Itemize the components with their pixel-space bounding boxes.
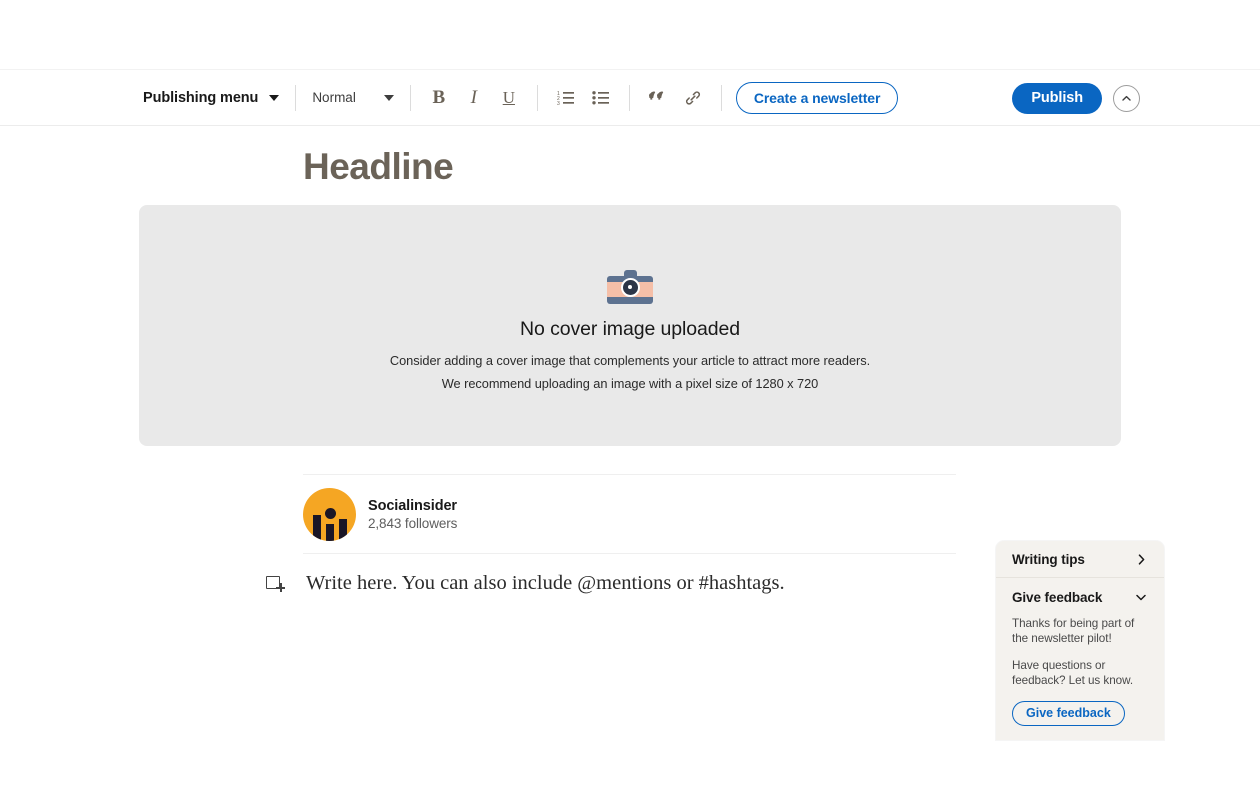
bulleted-list-icon bbox=[592, 90, 610, 105]
quote-button[interactable] bbox=[644, 84, 672, 112]
editor-toolbar: Publishing menu Normal B I U 1 2 3 Creat… bbox=[0, 70, 1260, 126]
text-format-group: B I U bbox=[425, 84, 523, 112]
ordered-list-icon: 1 2 3 bbox=[557, 90, 575, 105]
toolbar-separator bbox=[409, 84, 411, 111]
bold-button[interactable]: B bbox=[425, 84, 453, 112]
quote-icon bbox=[649, 90, 666, 105]
chevron-right-icon bbox=[1135, 553, 1148, 566]
author-name: Socialinsider bbox=[368, 498, 457, 514]
create-newsletter-button[interactable]: Create a newsletter bbox=[735, 81, 899, 114]
feedback-paragraph-2: Have questions or feedback? Let us know. bbox=[1012, 658, 1134, 688]
author-divider-bottom bbox=[303, 553, 956, 554]
article-editor-page: Publishing menu Normal B I U 1 2 3 Creat… bbox=[0, 0, 1260, 800]
link-button[interactable] bbox=[679, 84, 707, 112]
give-feedback-title: Give feedback bbox=[1012, 589, 1103, 605]
insert-content-icon[interactable] bbox=[266, 574, 285, 593]
underline-button[interactable]: U bbox=[495, 84, 523, 112]
headline-input[interactable]: Headline bbox=[303, 146, 454, 188]
writing-tips-header[interactable]: Writing tips bbox=[996, 541, 1164, 578]
feedback-paragraph-1: Thanks for being part of the newsletter … bbox=[1012, 617, 1135, 646]
give-feedback-button[interactable]: Give feedback bbox=[1012, 700, 1125, 726]
chevron-down-icon bbox=[269, 94, 280, 101]
text-style-label: Normal bbox=[312, 90, 356, 105]
article-body-row: Write here. You can also include @mentio… bbox=[266, 572, 785, 595]
underline-label: U bbox=[502, 88, 515, 107]
author-divider-top bbox=[303, 474, 956, 475]
cover-placeholder-title: No cover image uploaded bbox=[520, 318, 740, 340]
link-icon bbox=[685, 90, 701, 106]
publish-button[interactable]: Publish bbox=[1012, 82, 1102, 114]
chevron-up-icon bbox=[1120, 92, 1133, 105]
toolbar-left-group: Publishing menu Normal B I U 1 2 3 Creat… bbox=[141, 81, 899, 114]
article-body-input[interactable]: Write here. You can also include @mentio… bbox=[306, 572, 785, 595]
toolbar-separator bbox=[536, 84, 538, 111]
bold-label: B bbox=[432, 87, 446, 108]
collapse-toolbar-button[interactable] bbox=[1113, 84, 1140, 112]
author-block[interactable]: Socialinsider 2,843 followers bbox=[303, 488, 457, 541]
publishing-menu-button[interactable]: Publishing menu bbox=[141, 87, 281, 109]
toolbar-separator bbox=[628, 84, 630, 111]
author-info: Socialinsider 2,843 followers bbox=[368, 498, 457, 531]
toolbar-separator bbox=[295, 84, 297, 111]
cover-image-upload-area[interactable]: No cover image uploaded Consider adding … bbox=[139, 205, 1121, 446]
insert-group bbox=[644, 84, 707, 112]
writing-tips-panel: Writing tips Give feedback Thanks for be… bbox=[996, 541, 1164, 740]
cover-placeholder-line1: Consider adding a cover image that compl… bbox=[389, 353, 871, 368]
writing-tips-title: Writing tips bbox=[1012, 551, 1085, 567]
give-feedback-body: Thanks for being part of the newsletter … bbox=[996, 616, 1164, 740]
camera-icon bbox=[607, 270, 653, 304]
italic-button[interactable]: I bbox=[460, 84, 488, 112]
ordered-list-button[interactable]: 1 2 3 bbox=[552, 84, 580, 112]
text-style-select[interactable]: Normal bbox=[310, 87, 396, 108]
chevron-down-icon bbox=[383, 94, 394, 101]
publishing-menu-label: Publishing menu bbox=[143, 89, 259, 106]
bulleted-list-button[interactable] bbox=[587, 84, 615, 112]
italic-label: I bbox=[470, 87, 477, 108]
socialinsider-logo-icon bbox=[313, 515, 321, 541]
svg-text:3: 3 bbox=[557, 101, 560, 105]
cover-placeholder-line2: We recommend uploading an image with a p… bbox=[441, 376, 819, 391]
avatar bbox=[303, 488, 356, 541]
author-followers: 2,843 followers bbox=[368, 516, 458, 531]
chevron-down-icon bbox=[1134, 590, 1148, 604]
toolbar-right-group: Publish bbox=[1012, 70, 1260, 126]
list-format-group: 1 2 3 bbox=[552, 84, 615, 112]
toolbar-separator bbox=[720, 84, 722, 111]
give-feedback-header[interactable]: Give feedback bbox=[996, 578, 1164, 616]
